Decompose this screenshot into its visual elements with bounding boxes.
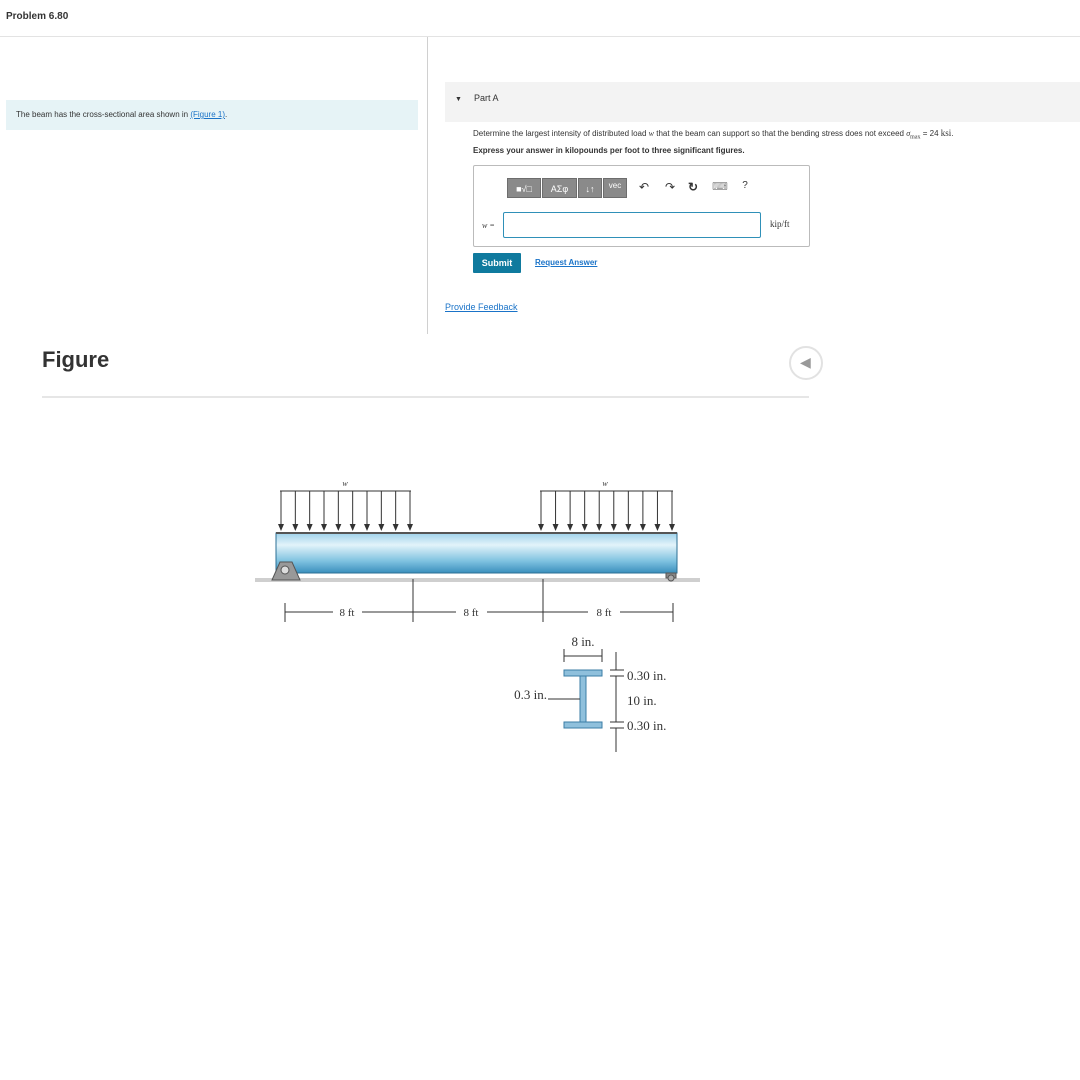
span-label-2: 8 ft <box>464 607 479 619</box>
load-arrow-head <box>378 524 385 531</box>
load-label-left: w <box>342 479 348 488</box>
load-arrow-head <box>552 524 559 531</box>
load-arrow-head <box>669 524 675 531</box>
beam <box>275 532 678 574</box>
span-label-1: 8 ft <box>340 607 355 619</box>
load-arrow-head <box>639 524 646 531</box>
load-arrows-left <box>278 491 413 531</box>
flange-width-label: 8 in. <box>571 634 594 649</box>
load-arrow-head <box>321 524 327 531</box>
load-arrow-head <box>306 524 313 531</box>
web-height-label: 10 in. <box>627 693 657 708</box>
load-arrow-head <box>567 524 574 531</box>
ground <box>255 578 700 582</box>
load-arrow-head <box>292 524 299 531</box>
load-arrow-head <box>335 524 342 531</box>
load-arrow-head <box>610 524 617 531</box>
load-arrow-head <box>538 524 544 531</box>
flange-top-label: 0.30 in. <box>627 668 666 683</box>
beam-figure: w w 8 ft 8 ft 8 ft 8 in. 0.30 in. 10 in.… <box>255 479 700 752</box>
load-arrow-head <box>581 524 588 531</box>
load-arrow-head <box>349 524 356 531</box>
load-arrow-head <box>364 524 370 531</box>
load-label-right: w <box>602 479 608 488</box>
span-label-3: 8 ft <box>597 607 612 619</box>
web-thickness-label: 0.3 in. <box>514 687 547 702</box>
flange-bottom-label: 0.30 in. <box>627 718 666 733</box>
load-arrows-right <box>538 491 675 531</box>
load-arrow-head <box>392 524 399 531</box>
load-arrow-head <box>407 524 413 531</box>
load-arrow-head <box>625 524 632 531</box>
load-arrow-head <box>596 524 603 531</box>
load-arrow-head <box>654 524 661 531</box>
load-arrow-head <box>278 524 284 531</box>
